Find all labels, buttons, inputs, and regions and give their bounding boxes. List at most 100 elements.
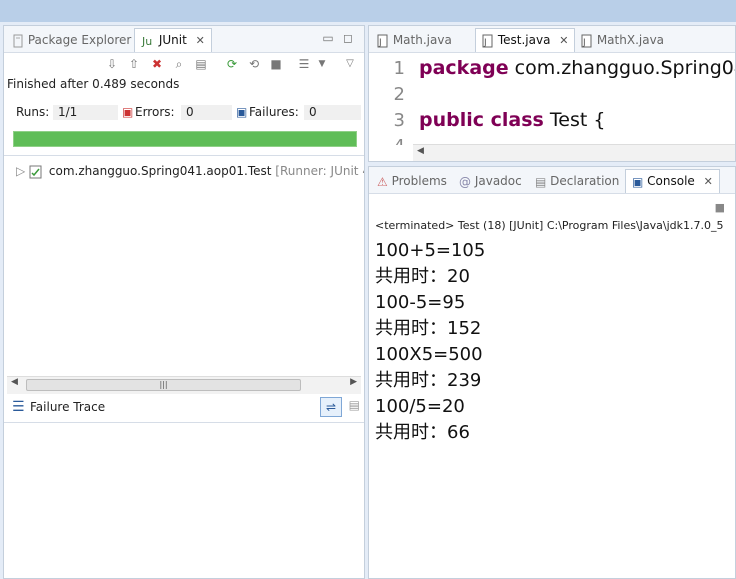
scroll-left-icon[interactable]: ◀ bbox=[11, 377, 18, 387]
console-output-line: 100/5=20 bbox=[375, 396, 465, 417]
errors-label: Errors: bbox=[135, 105, 175, 119]
failure-trace-header: ☰ Failure Trace ⇌ ▤ bbox=[4, 394, 364, 423]
code-line: 2 bbox=[369, 81, 419, 107]
divider bbox=[4, 155, 364, 156]
scroll-lock-icon[interactable]: ⌕ bbox=[171, 56, 187, 72]
test-tree-item[interactable]: ▷ com.zhangguo.Spring041.aop01.Test [Run… bbox=[16, 164, 365, 179]
java-file-icon: J bbox=[482, 34, 493, 48]
code-keyword: package bbox=[419, 57, 509, 79]
line-number: 2 bbox=[393, 84, 405, 105]
java-file-icon: J bbox=[581, 34, 592, 48]
console-output-line: 共用时：66 bbox=[375, 422, 470, 443]
run-status-text: Finished after 0.489 seconds bbox=[7, 77, 180, 91]
problems-icon: ⚠ bbox=[377, 174, 388, 189]
line-number: 4 bbox=[369, 134, 419, 145]
tab-console[interactable]: ▣ Console ✕ bbox=[625, 169, 720, 193]
close-icon[interactable]: ✕ bbox=[196, 34, 205, 47]
tab-label: JUnit bbox=[158, 33, 187, 47]
errors-value: 0 bbox=[180, 104, 233, 121]
code-editor[interactable]: 1 package com.zhangguo.Spring041 2 3 publi… bbox=[369, 53, 736, 145]
tab-label: Test.java bbox=[497, 33, 551, 47]
line-number: 3 bbox=[393, 110, 405, 131]
tree-horizontal-scrollbar[interactable]: ◀ ||| ▶ bbox=[7, 376, 361, 394]
console-tab-bar: ⚠ Problems @ Javadoc ▤ Declaration ▣ Con… bbox=[369, 167, 735, 194]
package-icon bbox=[13, 34, 23, 47]
close-icon[interactable]: ✕ bbox=[559, 34, 568, 47]
console-output-line: 共用时：239 bbox=[375, 370, 482, 391]
line-number: 1 bbox=[393, 58, 405, 79]
scroll-right-icon[interactable]: ▶ bbox=[350, 377, 357, 387]
declaration-icon: ▤ bbox=[535, 174, 547, 189]
junit-view: Package Explorer Ju JUnit ✕ ▭ ◻ ⇩ ⇧ ✖ ⌕ … bbox=[3, 25, 365, 579]
window-top-band bbox=[0, 0, 736, 22]
show-failures-only-icon[interactable]: ✖ bbox=[149, 56, 165, 72]
java-file-icon: J bbox=[377, 34, 388, 48]
svg-text:Ju: Ju bbox=[141, 35, 152, 48]
tab-label: Javadoc bbox=[474, 174, 522, 188]
console-output-line: 100-5=95 bbox=[375, 292, 466, 313]
rerun-failed-icon[interactable]: ⟲ bbox=[246, 56, 262, 72]
scrollbar-thumb[interactable]: ||| bbox=[26, 379, 301, 391]
minimize-icon[interactable]: ▭ bbox=[320, 30, 336, 46]
tab-label: Console bbox=[647, 174, 695, 188]
compare-icon[interactable]: ▤ bbox=[349, 398, 360, 412]
code-line: 1 package com.zhangguo.Spring041 bbox=[369, 55, 736, 81]
maximize-icon[interactable]: ◻ bbox=[340, 30, 356, 46]
failure-icon: ▣ bbox=[236, 105, 248, 119]
console-view: ⚠ Problems @ Javadoc ▤ Declaration ▣ Con… bbox=[368, 166, 736, 579]
progress-bar bbox=[13, 131, 357, 147]
history-dropdown-icon[interactable]: ▼ bbox=[314, 56, 330, 72]
layout-icon[interactable]: ▤ bbox=[193, 56, 209, 72]
code-text: com.zhangguo.Spring041 bbox=[508, 57, 736, 79]
close-icon[interactable]: ✕ bbox=[704, 175, 713, 188]
editor-area: J Math.java J Test.java ✕ J MathX.java 1… bbox=[368, 25, 736, 162]
tab-package-explorer[interactable]: Package Explorer bbox=[6, 29, 137, 51]
code-line: 4 bbox=[369, 133, 419, 145]
filter-stack-icon[interactable]: ⇌ bbox=[320, 397, 342, 417]
runs-value: 1/1 bbox=[52, 104, 119, 121]
error-icon: ▣ bbox=[122, 105, 134, 119]
stop-icon[interactable]: ■ bbox=[268, 56, 284, 72]
tab-label: MathX.java bbox=[596, 33, 665, 47]
console-output-line: 100X5=500 bbox=[375, 344, 483, 365]
expand-arrow-icon[interactable]: ▷ bbox=[16, 164, 25, 178]
tab-javadoc[interactable]: @ Javadoc bbox=[453, 170, 528, 192]
tab-label: Problems bbox=[391, 174, 447, 188]
stack-trace-icon: ☰ bbox=[12, 399, 25, 415]
code-text: Test { bbox=[543, 109, 606, 131]
console-output-line: 共用时：20 bbox=[375, 266, 470, 287]
javadoc-icon: @ bbox=[459, 174, 471, 189]
next-failure-icon[interactable]: ⇩ bbox=[104, 56, 120, 72]
view-menu-icon[interactable]: ▽ bbox=[342, 56, 358, 72]
console-output-line: 100+5=105 bbox=[375, 240, 486, 261]
test-suite-icon bbox=[29, 165, 42, 178]
run-counters: Runs: 1/1 ▣ Errors: 0 ▣ Failures: 0 bbox=[4, 102, 364, 124]
tab-declaration[interactable]: ▤ Declaration bbox=[529, 170, 625, 192]
tab-junit[interactable]: Ju JUnit ✕ bbox=[134, 28, 212, 52]
tab-math-java[interactable]: J Math.java bbox=[371, 29, 458, 51]
editor-tab-bar: J Math.java J Test.java ✕ J MathX.java bbox=[369, 26, 735, 53]
scroll-left-icon[interactable]: ◀ bbox=[417, 146, 424, 156]
code-line: 3 public class Test { bbox=[369, 107, 606, 133]
editor-horizontal-scrollbar[interactable]: ◀ bbox=[413, 144, 735, 161]
terminate-icon[interactable]: ■ bbox=[715, 201, 725, 214]
tab-mathx-java[interactable]: J MathX.java bbox=[575, 29, 670, 51]
tab-test-java[interactable]: J Test.java ✕ bbox=[475, 28, 576, 52]
tab-label: Math.java bbox=[392, 33, 452, 47]
failures-value: 0 bbox=[303, 104, 362, 121]
console-output-line: 共用时：152 bbox=[375, 318, 482, 339]
previous-failure-icon[interactable]: ⇧ bbox=[126, 56, 142, 72]
tab-problems[interactable]: ⚠ Problems bbox=[371, 170, 453, 192]
rerun-icon[interactable]: ⟳ bbox=[224, 56, 240, 72]
test-runner-label: [Runner: JUnit 4] bbox=[275, 164, 365, 178]
test-class-name: com.zhangguo.Spring041.aop01.Test bbox=[48, 164, 272, 178]
failure-trace-label: Failure Trace bbox=[30, 400, 106, 414]
svg-text:J: J bbox=[378, 38, 382, 48]
svg-text:J: J bbox=[483, 38, 487, 48]
junit-icon: Ju bbox=[141, 35, 152, 48]
console-process-header: <terminated> Test (18) [JUnit] C:\Progra… bbox=[375, 219, 724, 232]
runs-label: Runs: bbox=[16, 105, 50, 119]
tab-label: Package Explorer bbox=[27, 33, 132, 47]
history-icon[interactable]: ☰ bbox=[296, 56, 312, 72]
left-tab-bar: Package Explorer Ju JUnit ✕ ▭ ◻ bbox=[4, 26, 364, 53]
